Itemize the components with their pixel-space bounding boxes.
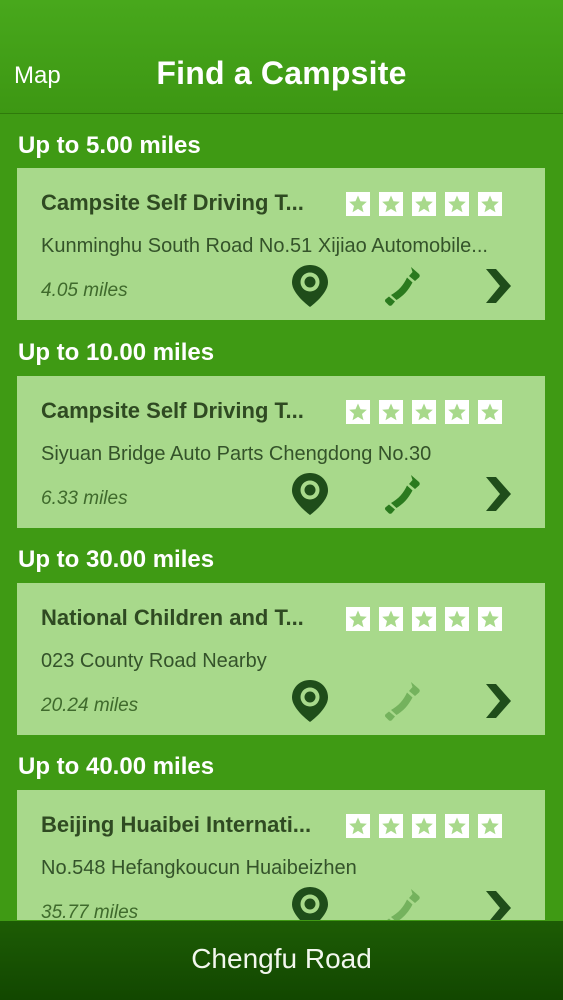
current-location-bar[interactable]: Chengfu Road: [0, 921, 563, 1000]
section-header: Up to 30.00 miles: [18, 546, 215, 573]
campsite-address: 023 County Road Nearby: [41, 650, 267, 672]
page-title: Find a Campsite: [156, 55, 407, 91]
star-rating: [346, 607, 511, 631]
chevron-right-icon[interactable]: [483, 266, 513, 311]
phone-icon[interactable]: [384, 886, 424, 920]
campsite-name: National Children and T...: [41, 605, 304, 630]
star-icon: [346, 192, 370, 216]
star-icon: [412, 607, 436, 631]
map-pin-icon[interactable]: [289, 885, 331, 920]
campsite-distance: 4.05 miles: [41, 280, 128, 301]
phone-icon[interactable]: [384, 472, 424, 521]
map-pin-icon[interactable]: [289, 263, 331, 314]
star-icon: [379, 814, 403, 838]
star-rating: [346, 192, 511, 216]
star-icon: [478, 814, 502, 838]
campsite-distance: 6.33 miles: [41, 488, 128, 509]
section-header: Up to 40.00 miles: [18, 753, 215, 780]
campsite-card[interactable]: National Children and T... 023 County Ro…: [17, 583, 545, 735]
star-icon: [346, 400, 370, 424]
star-rating: [346, 814, 511, 838]
campsite-name: Beijing Huaibei Internati...: [41, 812, 312, 837]
campsite-card[interactable]: Campsite Self Driving T... Kunminghu Sou…: [17, 168, 545, 320]
chevron-right-icon[interactable]: [483, 681, 513, 726]
star-icon: [445, 400, 469, 424]
star-icon: [478, 400, 502, 424]
section-header: Up to 10.00 miles: [18, 339, 215, 366]
map-pin-icon[interactable]: [289, 471, 331, 522]
campsite-card[interactable]: Beijing Huaibei Internati... No.548 Hefa…: [17, 790, 545, 920]
chevron-right-icon[interactable]: [483, 474, 513, 519]
star-icon: [478, 607, 502, 631]
campsite-name: Campsite Self Driving T...: [41, 190, 304, 215]
phone-icon[interactable]: [384, 264, 424, 313]
campsite-name: Campsite Self Driving T...: [41, 398, 304, 423]
campsite-distance: 20.24 miles: [41, 695, 139, 716]
campsite-card[interactable]: Campsite Self Driving T... Siyuan Bridge…: [17, 376, 545, 528]
star-icon: [412, 192, 436, 216]
phone-icon[interactable]: [384, 679, 424, 728]
campsite-list[interactable]: Up to 5.00 miles Campsite Self Driving T…: [0, 114, 563, 920]
star-icon: [412, 400, 436, 424]
campsite-address: No.548 Hefangkoucun Huaibeizhen: [41, 857, 357, 879]
star-rating: [346, 400, 511, 424]
nav-bar: Map Find a Campsite: [0, 0, 563, 114]
star-icon: [445, 607, 469, 631]
campsite-distance: 35.77 miles: [41, 902, 139, 920]
star-icon: [346, 607, 370, 631]
section-header: Up to 5.00 miles: [18, 132, 201, 159]
star-icon: [346, 814, 370, 838]
current-location-label: Chengfu Road: [191, 943, 372, 974]
star-icon: [379, 192, 403, 216]
map-pin-icon[interactable]: [289, 678, 331, 729]
star-icon: [412, 814, 436, 838]
star-icon: [445, 814, 469, 838]
star-icon: [379, 400, 403, 424]
star-icon: [379, 607, 403, 631]
star-icon: [478, 192, 502, 216]
star-icon: [445, 192, 469, 216]
campsite-address: Kunminghu South Road No.51 Xijiao Automo…: [41, 235, 488, 257]
campsite-address: Siyuan Bridge Auto Parts Chengdong No.30: [41, 443, 432, 465]
chevron-right-icon[interactable]: [483, 888, 513, 920]
